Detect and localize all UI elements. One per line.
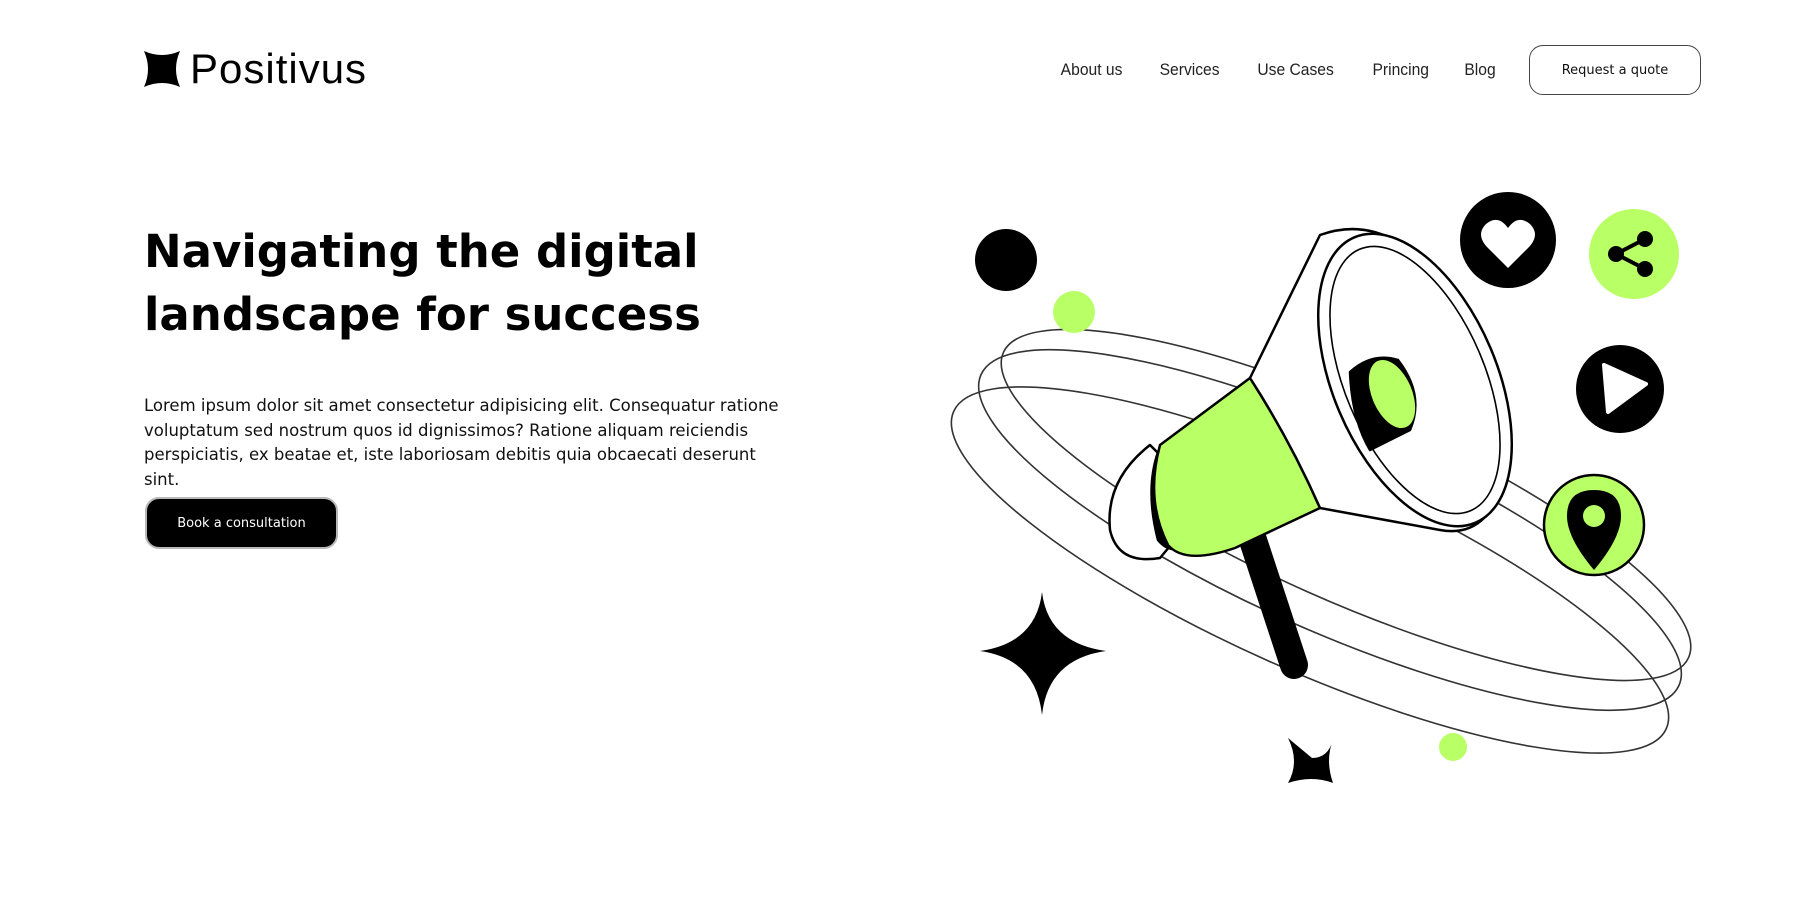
landing-page: Positivus About us Services Use Cases Pr… — [0, 0, 1807, 912]
share-icon — [1589, 209, 1679, 299]
nav-link-services[interactable]: Services — [1160, 60, 1220, 80]
nav-link-about-us[interactable]: About us — [1061, 60, 1123, 80]
book-consultation-button[interactable]: Book a consultation — [145, 497, 338, 549]
main-nav: About us Services Use Cases Princing Blo… — [1058, 44, 1701, 96]
request-quote-button[interactable]: Request a quote — [1529, 45, 1701, 95]
hero-title: Navigating the digital landscape for suc… — [144, 225, 701, 341]
hero-description: Lorem ipsum dolor sit amet consectetur a… — [144, 396, 779, 489]
location-pin-icon — [1542, 473, 1646, 577]
nav-link-use-cases[interactable]: Use Cases — [1258, 60, 1334, 80]
megaphone-illustration — [950, 192, 1692, 783]
megaphone-handle — [1234, 511, 1308, 679]
black-dot — [975, 229, 1037, 291]
brand-logo[interactable]: Positivus — [144, 48, 367, 90]
play-icon — [1576, 345, 1664, 433]
small-sparkle-icon — [1288, 738, 1333, 783]
brand-name: Positivus — [190, 45, 368, 92]
green-dot-small — [1439, 733, 1467, 761]
nav-link-pricing[interactable]: Princing — [1372, 60, 1429, 80]
four-point-star-icon — [144, 51, 180, 87]
nav-link-blog[interactable]: Blog — [1464, 60, 1495, 80]
heart-icon — [1460, 192, 1556, 288]
green-dot — [1053, 291, 1095, 333]
sparkle-star-icon — [980, 592, 1106, 715]
